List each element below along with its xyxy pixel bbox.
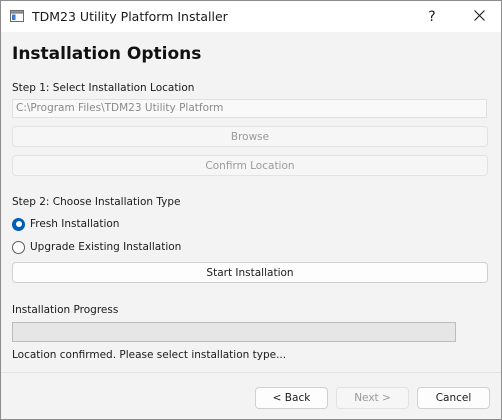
window-title: TDM23 Utility Platform Installer (32, 9, 228, 24)
radio-fresh-installation[interactable]: Fresh Installation (12, 216, 119, 232)
page-title: Installation Options (12, 44, 202, 64)
installer-app-icon (10, 10, 24, 22)
back-button[interactable]: < Back (255, 387, 328, 409)
close-button[interactable] (456, 1, 501, 32)
cancel-button[interactable]: Cancel (417, 387, 490, 409)
radio-label: Upgrade Existing Installation (30, 241, 182, 253)
help-icon: ? (428, 8, 436, 25)
browse-button[interactable]: Browse (12, 126, 488, 147)
radio-button-selected[interactable] (12, 217, 25, 231)
start-installation-button[interactable]: Start Installation (12, 262, 488, 283)
confirm-location-button[interactable]: Confirm Location (12, 155, 488, 176)
close-icon (473, 9, 485, 24)
step2-label: Step 2: Choose Installation Type (12, 196, 181, 208)
installer-content: Installation Options Step 1: Select Inst… (1, 32, 501, 372)
install-path-field: C:\Program Files\TDM23 Utility Platform (12, 99, 487, 118)
installation-progress-bar (12, 322, 456, 342)
next-button[interactable]: Next > (336, 387, 409, 409)
title-bar: TDM23 Utility Platform Installer ? (1, 1, 501, 32)
step1-label: Step 1: Select Installation Location (12, 82, 195, 94)
wizard-footer: < Back Next > Cancel (1, 372, 501, 419)
progress-label: Installation Progress (12, 304, 119, 316)
radio-upgrade-installation[interactable]: Upgrade Existing Installation (12, 239, 181, 255)
radio-label: Fresh Installation (30, 218, 120, 230)
installer-window: TDM23 Utility Platform Installer ? Insta… (0, 0, 502, 420)
status-message: Location confirmed. Please select instal… (12, 349, 287, 361)
radio-button[interactable] (12, 240, 25, 254)
help-button[interactable]: ? (409, 1, 455, 32)
